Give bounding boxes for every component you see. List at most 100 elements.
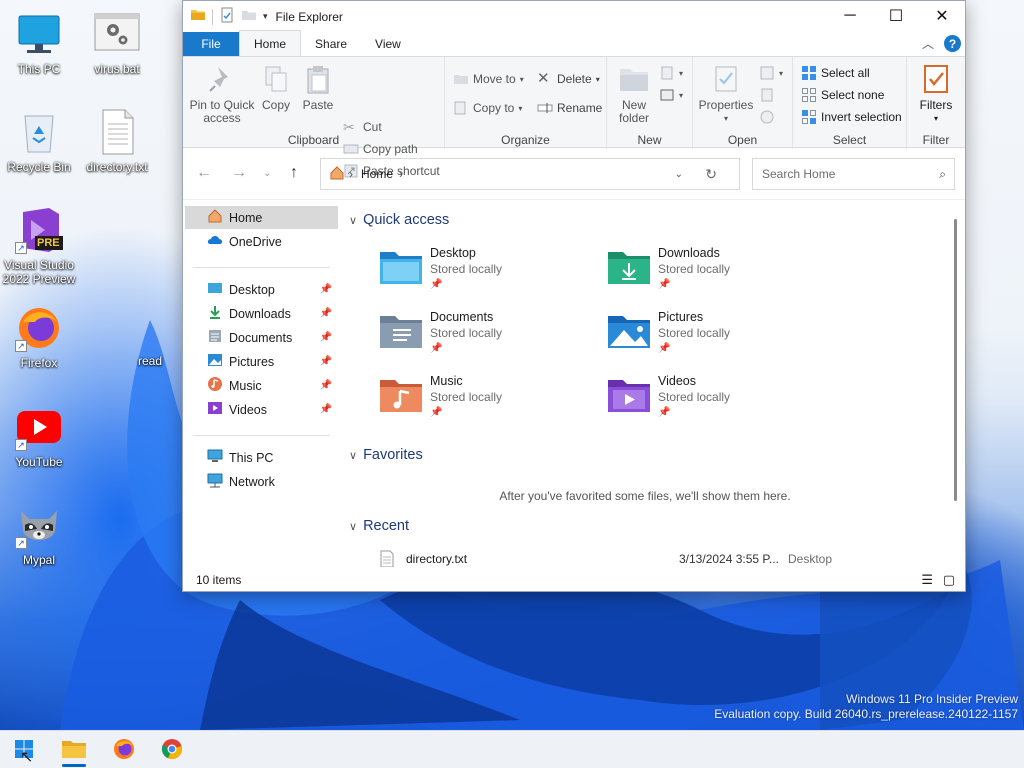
desktop-icon-mypal[interactable]: ↗ Mypal	[0, 501, 78, 567]
copy-to-button[interactable]: Copy to ▾	[453, 98, 522, 118]
taskbar-firefox[interactable]	[108, 735, 140, 765]
desktop-icon-read-partial[interactable]: read	[138, 354, 178, 368]
desktop-icon-firefox[interactable]: ↗ Firefox	[0, 304, 78, 370]
search-icon[interactable]: ⌕	[939, 167, 946, 182]
chevron-right-icon[interactable]: ›	[399, 167, 403, 181]
open-button[interactable]: ▾	[759, 63, 783, 83]
folder-name: Documents	[430, 310, 494, 324]
folder-tile-videos[interactable]: Videos Stored locally 📌	[607, 374, 827, 434]
recent-locations-chevron-icon[interactable]: ⌄	[263, 168, 271, 179]
address-path[interactable]: Home	[361, 167, 393, 181]
tab-view[interactable]: View	[361, 32, 415, 56]
nav-item-pictures[interactable]: Pictures 📌	[185, 350, 338, 373]
nav-item-music[interactable]: Music 📌	[185, 374, 338, 397]
nav-item-home[interactable]: Home	[185, 206, 338, 229]
new-folder-button[interactable]: New folder	[615, 63, 653, 125]
copy-button[interactable]: Copy	[259, 63, 293, 112]
up-arrow-icon[interactable]: ↑	[290, 164, 298, 182]
folder-tile-music[interactable]: Music Stored locally 📌	[379, 374, 599, 434]
maximize-button[interactable]: ☐	[873, 1, 919, 31]
section-favorites[interactable]: ∨ Favorites	[349, 447, 423, 463]
pin-icon: 📌	[658, 407, 671, 418]
nav-item-downloads[interactable]: Downloads 📌	[185, 302, 338, 325]
paste-button[interactable]: Paste	[299, 63, 337, 112]
nav-item-videos[interactable]: Videos 📌	[185, 398, 338, 421]
nav-item-network[interactable]: Network	[185, 470, 338, 493]
vertical-scrollbar[interactable]	[954, 219, 957, 501]
group-clipboard: Pin to Quick access Copy Paste ✂ Cut Cop…	[183, 57, 445, 178]
section-quick-access[interactable]: ∨ Quick access	[349, 212, 449, 228]
tab-share[interactable]: Share	[301, 32, 361, 56]
customize-qat-icon[interactable]: ▾	[263, 11, 268, 22]
videos-icon	[207, 400, 223, 419]
select-none-icon	[801, 87, 817, 103]
folder-tile-desktop[interactable]: Desktop Stored locally 📌	[379, 246, 599, 306]
forward-arrow-icon[interactable]: →	[231, 164, 247, 182]
taskbar-chrome[interactable]	[156, 735, 188, 765]
select-none-button[interactable]: Select none	[801, 85, 884, 105]
folder-tile-documents[interactable]: Documents Stored locally 📌	[379, 310, 599, 370]
easy-access-button[interactable]: ▾	[659, 85, 683, 105]
favorites-empty-message: After you've favorited some files, we'll…	[499, 489, 791, 503]
properties-qat-icon[interactable]	[219, 7, 235, 26]
nav-item-this-pc[interactable]: This PC	[185, 446, 338, 469]
section-title: Recent	[363, 518, 410, 534]
collapse-ribbon-icon[interactable]: ︿	[922, 35, 934, 52]
desktop-icon-youtube[interactable]: ↗ YouTube	[0, 403, 78, 469]
search-box[interactable]: Search Home ⌕	[752, 158, 955, 190]
nav-item-documents[interactable]: Documents 📌	[185, 326, 338, 349]
invert-selection-button[interactable]: Invert selection	[801, 107, 902, 127]
folder-status: Stored locally	[430, 390, 503, 404]
title-bar: ▾ File Explorer ─ ☐ ✕	[183, 1, 965, 32]
taskbar-file-explorer[interactable]	[58, 735, 90, 767]
desktop-icon-directory-txt[interactable]: directory.txt	[78, 108, 156, 174]
delete-x-icon: ✕	[537, 70, 550, 87]
nav-item-onedrive[interactable]: OneDrive	[185, 230, 338, 253]
close-button[interactable]: ✕	[919, 1, 965, 31]
history-button[interactable]	[759, 107, 775, 127]
desktop-icon-label: Visual Studio 2022 Preview	[2, 258, 76, 286]
address-dropdown-icon[interactable]: ⌄	[675, 169, 683, 180]
nav-label: Documents	[229, 330, 293, 345]
shortcut-arrow-icon: ↗	[15, 439, 27, 451]
folder-name: Videos	[658, 374, 696, 388]
chevron-down-icon: ∨	[349, 214, 358, 227]
folder-tile-downloads[interactable]: Downloads Stored locally 📌	[607, 246, 827, 306]
recent-row[interactable]: directory.txt 3/13/2024 3:55 P... Deskto…	[379, 550, 939, 567]
desktop-icon-this-pc[interactable]: This PC	[0, 10, 78, 76]
folder-tile-pictures[interactable]: Pictures Stored locally 📌	[607, 310, 827, 370]
refresh-icon[interactable]: ↻	[705, 166, 717, 183]
pin-icon: 📌	[319, 308, 332, 319]
nav-divider	[193, 267, 330, 268]
back-arrow-icon[interactable]: ←	[196, 164, 212, 182]
new-folder-qat-icon[interactable]	[241, 7, 257, 26]
nav-label: OneDrive	[229, 234, 282, 249]
item-count: 10 items	[196, 573, 242, 587]
edit-button[interactable]	[759, 85, 775, 105]
pin-icon: 📌	[430, 279, 443, 290]
large-icons-view-icon[interactable]: ▢	[943, 572, 955, 588]
select-all-button[interactable]: Select all	[801, 63, 870, 83]
pin-quick-access-button[interactable]: Pin to Quick access	[187, 63, 257, 125]
desktop-icon-recycle-bin[interactable]: Recycle Bin	[0, 108, 78, 174]
minimize-button[interactable]: ─	[827, 1, 873, 31]
filters-button[interactable]: Filters ▾	[913, 63, 959, 125]
nav-label: Downloads	[229, 306, 291, 321]
tab-file[interactable]: File	[183, 32, 239, 56]
group-select: Select all Select none Invert selection …	[793, 57, 907, 149]
help-icon[interactable]: ?	[944, 35, 961, 52]
desktop-icon-visual-studio[interactable]: PRE ↗ Visual Studio 2022 Preview	[0, 206, 78, 286]
address-bar[interactable]: › Home › ⌄ ↻	[320, 158, 740, 190]
move-to-button[interactable]: Move to ▾	[453, 69, 524, 89]
section-recent[interactable]: ∨ Recent	[349, 518, 409, 534]
nav-item-desktop[interactable]: Desktop 📌	[185, 278, 338, 301]
firefox-icon	[112, 737, 136, 764]
tab-home[interactable]: Home	[239, 30, 302, 56]
rename-button[interactable]: Rename	[537, 98, 602, 118]
details-view-icon[interactable]: ☰	[921, 572, 933, 588]
desktop-icon-virus-bat[interactable]: virus.bat	[78, 10, 156, 76]
new-item-button[interactable]: ▾	[659, 63, 683, 83]
properties-button[interactable]: Properties ▾	[697, 63, 755, 125]
organize-group-label: Organize	[501, 133, 550, 147]
delete-button[interactable]: ✕ Delete ▾	[537, 69, 600, 89]
